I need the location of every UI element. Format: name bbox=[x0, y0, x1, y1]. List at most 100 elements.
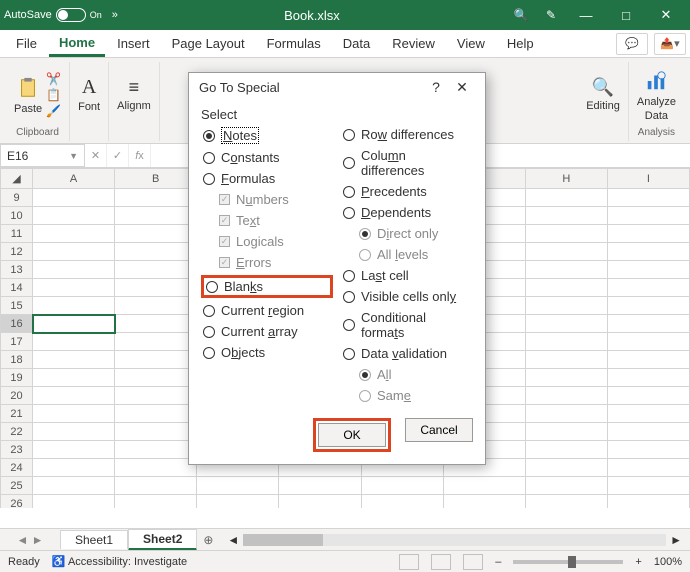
select-all[interactable]: ◢ bbox=[1, 169, 33, 189]
row-15[interactable]: 15 bbox=[1, 297, 33, 315]
check-logicals: ✓Logicals bbox=[201, 233, 333, 250]
scroll-right-icon[interactable]: ► bbox=[670, 533, 682, 547]
group-alignment: ≡ Alignm bbox=[109, 62, 160, 141]
radio-data-validation[interactable]: Data validation bbox=[341, 345, 473, 362]
font-button[interactable]: A Font bbox=[78, 76, 100, 113]
row-25[interactable]: 25 bbox=[1, 477, 33, 495]
editing-button[interactable]: 🔍 Editing bbox=[586, 77, 620, 112]
close-button[interactable]: ✕ bbox=[646, 0, 686, 30]
radio-dependents[interactable]: Dependents bbox=[341, 204, 473, 221]
font-label: Font bbox=[78, 101, 100, 113]
tab-data[interactable]: Data bbox=[333, 32, 380, 55]
name-box[interactable]: E16▼ bbox=[0, 144, 85, 167]
zoom-slider[interactable] bbox=[513, 560, 623, 564]
tab-help[interactable]: Help bbox=[497, 32, 544, 55]
autosave-toggle[interactable]: AutoSave On bbox=[4, 8, 102, 22]
row-9[interactable]: 9 bbox=[1, 189, 33, 207]
radio-all-levels: All levels bbox=[341, 246, 473, 263]
ok-button[interactable]: OK bbox=[318, 423, 386, 447]
row-17[interactable]: 17 bbox=[1, 333, 33, 351]
dialog-help-button[interactable]: ? bbox=[423, 79, 449, 95]
row-19[interactable]: 19 bbox=[1, 369, 33, 387]
sheet-tab-2[interactable]: Sheet2 bbox=[128, 529, 197, 551]
tab-home[interactable]: Home bbox=[49, 31, 105, 57]
row-10[interactable]: 10 bbox=[1, 207, 33, 225]
radio-visible[interactable]: Visible cells only bbox=[341, 288, 473, 305]
tab-page-layout[interactable]: Page Layout bbox=[162, 32, 255, 55]
cancel-formula[interactable]: ✕ bbox=[85, 144, 107, 167]
view-page-layout[interactable] bbox=[431, 554, 451, 570]
comments-icon[interactable]: 💬 bbox=[616, 33, 648, 55]
scroll-left-icon[interactable]: ◄ bbox=[227, 533, 239, 547]
radio-precedents[interactable]: Precedents bbox=[341, 183, 473, 200]
row-12[interactable]: 12 bbox=[1, 243, 33, 261]
copy-icon[interactable]: 📋 bbox=[46, 88, 61, 102]
alignment-button[interactable]: ≡ Alignm bbox=[117, 77, 151, 112]
row-14[interactable]: 14 bbox=[1, 279, 33, 297]
view-page-break[interactable] bbox=[463, 554, 483, 570]
radio-blanks[interactable]: Blanks bbox=[201, 275, 333, 298]
share-icon[interactable]: 📤▾ bbox=[654, 33, 686, 55]
radio-objects[interactable]: Objects bbox=[201, 344, 333, 361]
group-analysis: Analyze Data Analysis bbox=[629, 62, 684, 141]
col-H[interactable]: H bbox=[525, 169, 607, 189]
radio-constants[interactable]: Constants bbox=[201, 149, 333, 166]
dialog-close-button[interactable]: ✕ bbox=[449, 79, 475, 96]
radio-col-diff[interactable]: Column differences bbox=[341, 147, 473, 179]
row-24[interactable]: 24 bbox=[1, 459, 33, 477]
window-title: Book.xlsx bbox=[118, 8, 506, 23]
zoom-in[interactable]: + bbox=[635, 556, 641, 568]
row-23[interactable]: 23 bbox=[1, 441, 33, 459]
sheet-nav[interactable]: ◄ ► bbox=[0, 533, 60, 547]
cut-icon[interactable]: ✂️ bbox=[46, 72, 61, 86]
tab-view[interactable]: View bbox=[447, 32, 495, 55]
maximize-button[interactable]: □ bbox=[606, 0, 646, 30]
format-painter-icon[interactable]: 🖌️ bbox=[46, 104, 61, 118]
group-font: A Font bbox=[70, 62, 109, 141]
radio-formulas[interactable]: Formulas bbox=[201, 170, 333, 187]
row-11[interactable]: 11 bbox=[1, 225, 33, 243]
row-26[interactable]: 26 bbox=[1, 495, 33, 509]
group-editing: 🔍 Editing bbox=[578, 62, 629, 141]
radio-current-region[interactable]: Current region bbox=[201, 302, 333, 319]
enter-formula[interactable]: ✓ bbox=[107, 144, 129, 167]
view-normal[interactable] bbox=[399, 554, 419, 570]
analyze-label: Analyze bbox=[637, 96, 676, 108]
minimize-button[interactable]: — bbox=[566, 0, 606, 30]
row-16[interactable]: 16 bbox=[1, 315, 33, 333]
status-bar: Ready ♿ Accessibility: Investigate – + 1… bbox=[0, 550, 690, 572]
row-21[interactable]: 21 bbox=[1, 405, 33, 423]
fx-icon[interactable]: fx bbox=[129, 144, 151, 167]
radio-row-diff[interactable]: Row differences bbox=[341, 126, 473, 143]
radio-notes[interactable]: NNotesotes bbox=[201, 126, 333, 145]
tab-file[interactable]: File bbox=[6, 32, 47, 55]
accessibility-status[interactable]: ♿ Accessibility: Investigate bbox=[52, 555, 187, 568]
horizontal-scrollbar[interactable]: ◄ ► bbox=[219, 533, 690, 547]
col-A[interactable]: A bbox=[33, 169, 115, 189]
chevron-down-icon: ▼ bbox=[69, 151, 78, 161]
status-ready: Ready bbox=[8, 556, 40, 568]
col-I[interactable]: I bbox=[607, 169, 689, 189]
dialog-title: Go To Special bbox=[199, 80, 280, 95]
row-22[interactable]: 22 bbox=[1, 423, 33, 441]
radio-current-array[interactable]: Current array bbox=[201, 323, 333, 340]
add-sheet-button[interactable]: ⊕ bbox=[197, 533, 219, 547]
col-B[interactable]: B bbox=[115, 169, 197, 189]
zoom-out[interactable]: – bbox=[495, 556, 501, 568]
analyze-button[interactable]: Analyze Data bbox=[637, 68, 676, 122]
row-20[interactable]: 20 bbox=[1, 387, 33, 405]
pen-icon[interactable]: ✎ bbox=[536, 0, 566, 30]
paste-button[interactable]: Paste bbox=[14, 75, 42, 115]
search-icon[interactable]: 🔍 bbox=[506, 0, 536, 30]
tab-review[interactable]: Review bbox=[382, 32, 445, 55]
clipboard-icon bbox=[17, 75, 39, 101]
cancel-button[interactable]: Cancel bbox=[405, 418, 473, 442]
radio-conditional[interactable]: Conditional formats bbox=[341, 309, 473, 341]
radio-same: Same bbox=[341, 387, 473, 404]
radio-last-cell[interactable]: Last cell bbox=[341, 267, 473, 284]
tab-insert[interactable]: Insert bbox=[107, 32, 160, 55]
sheet-tab-1[interactable]: Sheet1 bbox=[60, 530, 128, 549]
row-18[interactable]: 18 bbox=[1, 351, 33, 369]
row-13[interactable]: 13 bbox=[1, 261, 33, 279]
tab-formulas[interactable]: Formulas bbox=[257, 32, 331, 55]
